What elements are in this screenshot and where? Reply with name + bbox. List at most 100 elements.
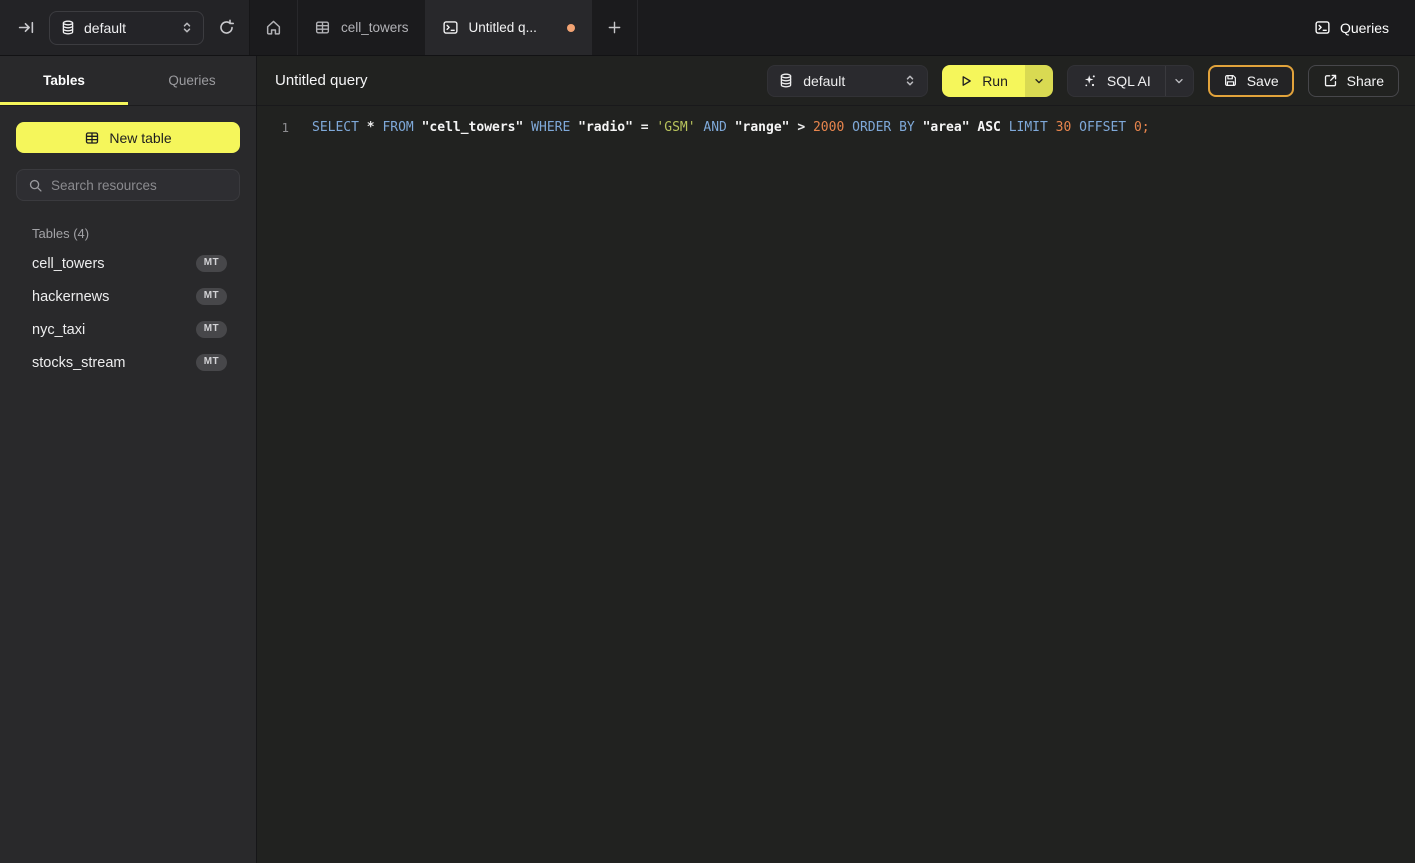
query-database-value: default: [803, 73, 845, 89]
save-icon: [1223, 73, 1238, 88]
sql-token: LIMIT: [1009, 120, 1056, 135]
refresh-button[interactable]: [218, 19, 235, 36]
code-line: 1 SELECT * FROM "cell_towers" WHERE "rad…: [273, 117, 1415, 138]
sql-token: *: [367, 120, 383, 135]
table-engine-badge: MT: [196, 288, 227, 305]
sql-token: WHERE: [531, 120, 578, 135]
sql-token: FROM: [382, 120, 421, 135]
table-list-item[interactable]: nyc_taxi MT: [16, 313, 240, 346]
save-label: Save: [1247, 73, 1279, 89]
main-panel: Untitled query default: [257, 56, 1415, 863]
share-icon: [1323, 73, 1338, 88]
top-bar-left: default: [0, 0, 250, 55]
table-name: cell_towers: [32, 256, 105, 272]
sidebar: Tables Queries New table: [0, 56, 257, 863]
database-selector-value: default: [84, 20, 126, 36]
share-label: Share: [1347, 73, 1384, 89]
sql-token: 'GSM': [656, 120, 703, 135]
table-name: hackernews: [32, 289, 109, 305]
line-number: 1: [273, 117, 289, 138]
run-button[interactable]: Run: [942, 65, 1025, 97]
tables-list: cell_towersMThackernewsMTnyc_taxiMTstock…: [16, 247, 240, 379]
sidebar-tab-bar: Tables Queries: [0, 56, 256, 106]
sql-ai-button[interactable]: SQL AI: [1068, 66, 1165, 96]
sidebar-tab-tables-label: Tables: [43, 73, 85, 88]
query-database-selector[interactable]: default: [767, 65, 928, 97]
run-button-group: Run: [942, 65, 1053, 97]
new-table-label: New table: [109, 130, 171, 146]
search-icon: [28, 178, 43, 193]
tab-untitled-query[interactable]: Untitled q...: [426, 0, 592, 55]
table-engine-badge: MT: [196, 255, 227, 272]
plus-icon: [607, 20, 622, 35]
table-name: nyc_taxi: [32, 322, 85, 338]
share-button[interactable]: Share: [1308, 65, 1399, 97]
collapse-sidebar-icon: [18, 19, 35, 36]
sql-token: >: [797, 120, 813, 135]
sql-token: ASC: [977, 120, 1008, 135]
sql-ai-label: SQL AI: [1107, 73, 1151, 89]
home-icon: [265, 19, 282, 36]
collapse-sidebar-button[interactable]: [18, 19, 35, 36]
tab-home[interactable]: [250, 0, 298, 55]
sql-token: SELECT: [312, 120, 367, 135]
sparkles-icon: [1082, 73, 1098, 89]
tab-cell-towers[interactable]: cell_towers: [298, 0, 426, 55]
tab-strip: cell_towers Untitled q...: [250, 0, 1415, 55]
console-icon: [442, 19, 459, 36]
query-toolbar: default: [767, 65, 1399, 97]
sql-token: AND: [703, 120, 734, 135]
sidebar-body: New table Tables (4) cell_towersMThacker…: [0, 106, 256, 395]
chevron-down-icon: [1033, 75, 1045, 87]
table-engine-badge: MT: [196, 321, 227, 338]
query-header: Untitled query default: [257, 56, 1415, 106]
unsaved-indicator-dot: [567, 24, 575, 32]
sql-token: =: [641, 120, 657, 135]
sql-token: 30: [1056, 120, 1079, 135]
sql-token: "range": [735, 120, 798, 135]
tables-section-header: Tables (4): [16, 226, 240, 241]
sql-token: 0: [1134, 120, 1142, 135]
tab-label: Untitled q...: [469, 20, 537, 35]
run-options-button[interactable]: [1025, 65, 1053, 97]
chevron-down-icon: [1173, 75, 1185, 87]
table-icon: [314, 19, 331, 36]
sql-ai-button-group: SQL AI: [1067, 65, 1194, 97]
search-input[interactable]: [51, 178, 228, 193]
new-tab-button[interactable]: [592, 0, 638, 55]
sql-token: "area": [923, 120, 978, 135]
sql-ai-options-button[interactable]: [1165, 66, 1193, 96]
sidebar-tab-queries[interactable]: Queries: [128, 56, 256, 105]
database-selector[interactable]: default: [49, 11, 204, 45]
sql-editor[interactable]: 1 SELECT * FROM "cell_towers" WHERE "rad…: [257, 106, 1415, 863]
sidebar-tab-tables[interactable]: Tables: [0, 56, 128, 105]
tab-label: cell_towers: [341, 20, 409, 35]
queries-panel-label: Queries: [1340, 20, 1389, 36]
sql-token: "radio": [578, 120, 641, 135]
new-table-button[interactable]: New table: [16, 122, 240, 153]
console-icon: [1314, 19, 1331, 36]
top-bar: default: [0, 0, 1415, 56]
sql-token: ORDER BY: [852, 120, 922, 135]
sql-token: "cell_towers": [422, 120, 532, 135]
sidebar-tab-queries-label: Queries: [168, 73, 215, 88]
app-window: default: [0, 0, 1415, 863]
table-list-item[interactable]: hackernews MT: [16, 280, 240, 313]
sql-token: OFFSET: [1079, 120, 1134, 135]
table-engine-badge: MT: [196, 354, 227, 371]
queries-panel-button[interactable]: Queries: [1298, 0, 1415, 55]
updown-chevron-icon: [904, 74, 916, 87]
run-label: Run: [982, 73, 1008, 89]
refresh-icon: [218, 19, 235, 36]
sql-code: SELECT * FROM "cell_towers" WHERE "radio…: [312, 117, 1150, 138]
table-list-item[interactable]: cell_towers MT: [16, 247, 240, 280]
play-icon: [959, 74, 973, 88]
table-list-item[interactable]: stocks_streamMT: [16, 346, 240, 379]
search-box: [16, 169, 240, 201]
database-icon: [61, 20, 75, 35]
table-icon: [84, 130, 100, 146]
query-title: Untitled query: [275, 72, 368, 89]
sql-token: ;: [1142, 120, 1150, 135]
save-button[interactable]: Save: [1208, 65, 1294, 97]
database-icon: [779, 73, 793, 88]
